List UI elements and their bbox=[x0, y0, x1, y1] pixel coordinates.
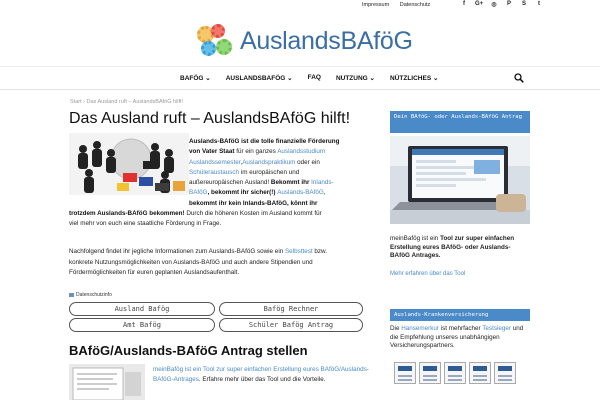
facebook-icon[interactable]: f bbox=[460, 1, 468, 8]
sidebar-text-versicherung: Die Hansemerkur ist mehrfacher Testsiege… bbox=[390, 325, 524, 350]
google-plus-icon[interactable]: G+ bbox=[475, 1, 483, 8]
sidebar-more-link[interactable]: Mehr erfahren über das Tool bbox=[390, 271, 465, 277]
link-selbsttest[interactable]: Selbsttest bbox=[285, 248, 313, 255]
test-seal-badge bbox=[419, 362, 441, 384]
privacy-icon bbox=[69, 293, 74, 297]
test-seal-badge bbox=[444, 362, 466, 384]
info-paragraph: Nachfolgend findet ihr jegliche Informat… bbox=[69, 248, 327, 276]
schueler-bafoeg-antrag-button[interactable]: Schüler Bafög Antrag bbox=[219, 318, 363, 332]
link-meinbafoeg[interactable]: meinBafög ist ein Tool zur super einfach… bbox=[153, 366, 369, 373]
tool-text: meinBafög ist ein Tool zur super einfach… bbox=[153, 366, 369, 383]
link-auslandsstudium[interactable]: Auslandsstudium bbox=[277, 148, 325, 155]
nav-item-nutzung[interactable]: NUTZUNG ⌄ bbox=[336, 74, 375, 82]
instagram-icon[interactable]: ◎ bbox=[490, 1, 498, 8]
intro-text: Auslands-BAföG ist die tolle finanzielle… bbox=[69, 138, 340, 228]
link-inlands-bafoeg[interactable]: Inlands- bbox=[311, 179, 333, 186]
ausland-bafoeg-button[interactable]: Ausland Bafög bbox=[69, 302, 215, 316]
amt-bafoeg-button[interactable]: Amt Bafög bbox=[69, 318, 215, 332]
nav-item-nuetzliches[interactable]: NÜTZLICHES ⌄ bbox=[390, 74, 438, 82]
datenschutz-link[interactable]: Datenschutz bbox=[400, 2, 431, 8]
nav-item-bafoeg[interactable]: BAFÖG ⌄ bbox=[180, 74, 211, 82]
test-seals bbox=[394, 362, 516, 384]
nav-item-auslandsbafoeg[interactable]: AUSLANDSBAFÖG ⌄ bbox=[226, 74, 293, 82]
search-icon[interactable] bbox=[514, 73, 524, 83]
pinterest-icon[interactable]: P bbox=[505, 1, 513, 8]
impressum-link[interactable]: Impressum bbox=[362, 2, 389, 8]
test-seal-badge bbox=[494, 362, 516, 384]
top-bar: Impressum Datenschutz f G+ ◎ P S t bbox=[0, 0, 600, 12]
main-nav: BAFÖG ⌄ AUSLANDSBAFÖG ⌄ FAQ NUTZUNG ⌄ NÜ… bbox=[0, 66, 600, 90]
skype-icon[interactable]: S bbox=[520, 1, 528, 8]
laptop-image[interactable] bbox=[390, 136, 530, 224]
privacy-info[interactable]: Datenschutzinfo bbox=[69, 292, 112, 298]
privacy-label: Datenschutzinfo bbox=[76, 292, 112, 298]
top-links: Impressum Datenschutz bbox=[362, 2, 439, 8]
gears-icon bbox=[196, 24, 234, 58]
page-title: Das Ausland ruft – AuslandsBAföG hilft! bbox=[69, 110, 351, 127]
sidebar-heading-versicherung: Auslands-Krankenversicherung bbox=[390, 309, 530, 321]
bafoeg-rechner-button[interactable]: Bafög Rechner bbox=[219, 302, 363, 316]
test-seal-badge bbox=[394, 362, 416, 384]
form-document-image bbox=[69, 364, 145, 400]
nav-item-faq[interactable]: FAQ bbox=[308, 74, 321, 82]
section-title-antrag: BAföG/Auslands-BAföG Antrag stellen bbox=[69, 343, 308, 358]
link-auslandssemester[interactable]: Auslandssemester bbox=[189, 159, 240, 166]
test-seal-badge bbox=[469, 362, 491, 384]
site-logo[interactable]: AuslandsBAföG bbox=[196, 24, 413, 58]
link-testsieger[interactable]: Testsieger bbox=[482, 325, 511, 332]
twitter-icon[interactable]: t bbox=[535, 1, 543, 8]
link-schueleraustausch[interactable]: Schüleraustausch bbox=[189, 169, 239, 176]
social-icons: f G+ ◎ P S t bbox=[460, 1, 543, 8]
sidebar-text-tool: meinBafög ist ein Tool zur super einfach… bbox=[390, 235, 515, 260]
sidebar-heading-antrag: Dein BAföG- oder Auslands-BAföG Antrag bbox=[390, 111, 530, 133]
link-hansemerkur[interactable]: Hansemerkur bbox=[401, 325, 439, 332]
link-auslandspraktikum[interactable]: Auslandspraktikum bbox=[242, 159, 295, 166]
logo-text: AuslandsBAföG bbox=[240, 26, 413, 55]
breadcrumb[interactable]: Start › Das Ausland ruft – AuslandsBAföG… bbox=[70, 99, 183, 105]
link-auslands-bafoeg[interactable]: Auslands-BAföG bbox=[277, 189, 324, 196]
